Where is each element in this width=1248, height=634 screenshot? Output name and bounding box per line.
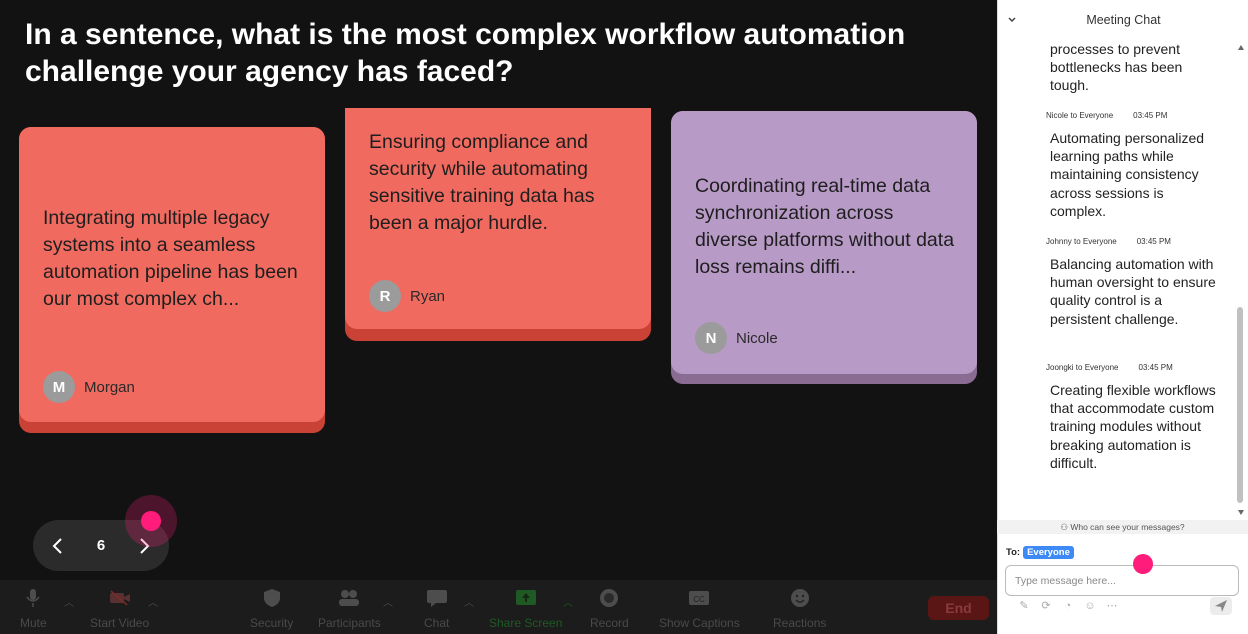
presentation-stage: In a sentence, what is the most complex …: [0, 0, 997, 580]
participants-button[interactable]: Participants: [318, 586, 381, 630]
shield-icon: [260, 586, 284, 610]
show-captions-button[interactable]: CC Show Captions: [659, 586, 740, 630]
svg-text:CC: CC: [694, 595, 706, 604]
record-button[interactable]: Record: [590, 586, 629, 630]
recipient-chip[interactable]: Everyone: [1023, 546, 1074, 559]
card-text: Integrating multiple legacy systems into…: [43, 207, 298, 310]
reactions-button[interactable]: Reactions: [773, 586, 826, 630]
chat-bubble-icon: [425, 586, 449, 610]
chevron-up-icon[interactable]: ︿: [563, 594, 573, 609]
author-name: Morgan: [84, 378, 135, 396]
microphone-icon: [21, 586, 45, 610]
chevron-left-icon[interactable]: [51, 537, 65, 555]
chat-title: Meeting Chat: [1086, 13, 1161, 27]
message-time: 03:45 PM: [1138, 363, 1173, 372]
chevron-up-icon[interactable]: ︿: [383, 594, 393, 609]
message-time: 03:45 PM: [1136, 237, 1171, 246]
record-icon: [597, 586, 621, 610]
avatar: M: [43, 371, 75, 403]
message-time: 03:45 PM: [1133, 111, 1168, 120]
chevron-up-icon[interactable]: ︿: [148, 594, 158, 609]
pointer-highlight: [125, 495, 177, 547]
scrollbar-thumb[interactable]: [1237, 307, 1243, 503]
captions-icon: CC: [687, 586, 711, 610]
recipient-selector[interactable]: To: Everyone: [1006, 546, 1074, 559]
who-can-see-link[interactable]: ⚇ Who can see your messages?: [997, 520, 1248, 534]
pointer-dot: [1133, 554, 1153, 574]
share-screen-button[interactable]: Share Screen: [489, 586, 562, 630]
chat-message-text: processes to prevent bottlenecks has bee…: [1050, 41, 1183, 94]
participants-icon: [337, 586, 361, 610]
person-icon: ⚇: [1060, 522, 1068, 532]
response-card[interactable]: Ensuring compliance and security while a…: [345, 108, 651, 341]
send-icon: [1215, 600, 1227, 612]
chat-message-text: Creating flexible workflows that accommo…: [1050, 382, 1216, 471]
chat-message-meta: Johnny to Everyone 03:45 PM: [1046, 237, 1171, 246]
chevron-up-icon[interactable]: ︿: [64, 594, 74, 609]
chat-panel: Meeting Chat processes to prevent bottle…: [997, 0, 1248, 634]
chat-message-input[interactable]: [1005, 565, 1239, 596]
participants-label: Participants: [318, 616, 381, 630]
response-card[interactable]: Coordinating real-time data synchronizat…: [671, 111, 977, 384]
record-label: Record: [590, 616, 629, 630]
chevron-up-icon[interactable]: ︿: [464, 594, 474, 609]
security-label: Security: [250, 616, 294, 630]
card-author: R Ryan: [369, 280, 445, 312]
author-name: Ryan: [410, 287, 446, 305]
end-meeting-button[interactable]: End: [928, 596, 989, 620]
to-label: To:: [1006, 547, 1021, 558]
more-icon[interactable]: ⋯: [1106, 600, 1118, 612]
video-off-icon: [108, 586, 132, 610]
avatar: N: [695, 322, 727, 354]
emoji-icon: [788, 586, 812, 610]
file-icon[interactable]: ◔: [1062, 600, 1074, 612]
start-video-label: Start Video: [90, 616, 150, 630]
avatar: R: [369, 280, 401, 312]
card-author: M Morgan: [43, 371, 135, 403]
send-button[interactable]: [1210, 597, 1232, 615]
format-icon[interactable]: ✎: [1018, 600, 1030, 612]
page-number: 6: [96, 537, 106, 554]
show-captions-label: Show Captions: [659, 616, 740, 630]
emoji-icon[interactable]: ☺: [1084, 600, 1096, 612]
author-name: Nicole: [736, 329, 778, 347]
question-title: In a sentence, what is the most complex …: [25, 18, 906, 88]
mute-label: Mute: [20, 616, 47, 630]
meeting-toolbar: Mute ︿ Start Video ︿ Security Participan…: [0, 580, 997, 634]
message-sender: Nicole to Everyone: [1046, 111, 1114, 120]
chat-header: Meeting Chat: [998, 10, 1248, 32]
card-text: Ensuring compliance and security while a…: [369, 131, 595, 234]
start-video-button[interactable]: Start Video: [90, 586, 149, 630]
chat-message-list: processes to prevent bottlenecks has bee…: [998, 38, 1234, 520]
chat-button[interactable]: Chat: [424, 586, 449, 630]
pointer-dot: [141, 511, 161, 531]
card-text: Coordinating real-time data synchronizat…: [695, 175, 955, 278]
security-button[interactable]: Security: [250, 586, 293, 630]
who-can-see-text: Who can see your messages?: [1070, 522, 1185, 532]
message-sender: Johnny to Everyone: [1046, 237, 1117, 246]
chat-message-text: Balancing automation with human oversigh…: [1050, 256, 1216, 327]
chat-label: Chat: [424, 616, 450, 630]
message-sender: Joongki to Everyone: [1046, 363, 1119, 372]
share-screen-label: Share Screen: [489, 616, 563, 630]
reactions-label: Reactions: [773, 616, 827, 630]
chat-message-meta: Joongki to Everyone 03:45 PM: [1046, 363, 1173, 372]
response-card[interactable]: Integrating multiple legacy systems into…: [19, 127, 325, 433]
chat-message-meta: Nicole to Everyone 03:45 PM: [1046, 111, 1167, 120]
share-screen-icon: [514, 586, 538, 610]
card-author: N Nicole: [695, 322, 778, 354]
mute-button[interactable]: Mute: [20, 586, 47, 630]
screenshot-icon[interactable]: ⟳: [1040, 600, 1052, 612]
chat-message-text: Automating personalized learning paths w…: [1050, 130, 1205, 219]
